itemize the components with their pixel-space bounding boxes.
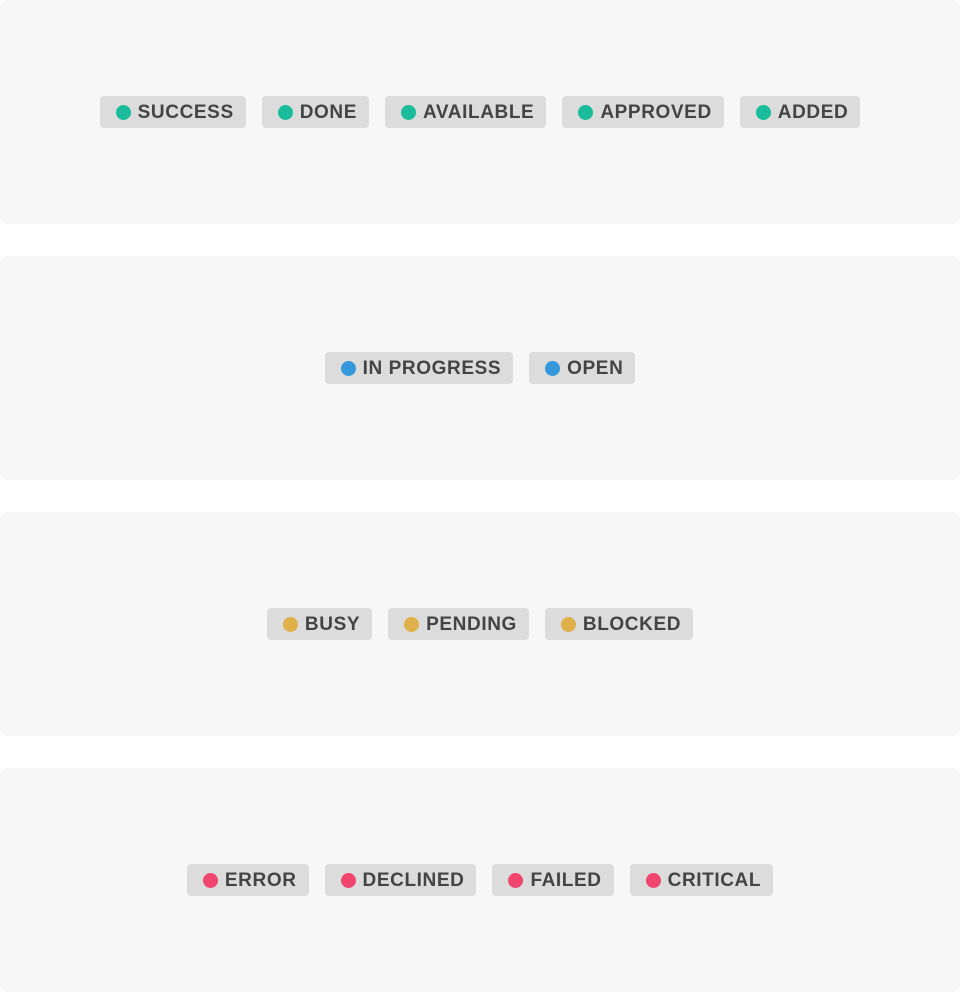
warning-badges-panel: BUSY PENDING BLOCKED [0,512,960,736]
red-dot-icon [645,872,661,888]
status-badge-approved: APPROVED [562,96,724,128]
green-dot-icon [277,104,293,120]
status-badge-available: AVAILABLE [385,96,547,128]
blue-dot-icon [340,360,356,376]
yellow-dot-icon [560,616,576,632]
yellow-dot-icon [404,616,420,632]
badge-label: PENDING [426,613,517,635]
status-badge-success: SUCCESS [99,96,246,128]
status-badge-critical: CRITICAL [629,864,774,896]
badge-label: AVAILABLE [423,101,535,123]
green-dot-icon [401,104,417,120]
status-badge-failed: FAILED [492,864,614,896]
green-dot-icon [578,104,594,120]
badge-label: ERROR [224,869,297,891]
status-badge-pending: PENDING [388,608,529,640]
badge-row: IN PROGRESS OPEN [324,352,636,384]
badge-row: BUSY PENDING BLOCKED [266,608,694,640]
status-badge-in-progress: IN PROGRESS [324,352,514,384]
badge-label: FAILED [530,869,602,891]
status-badge-added: ADDED [739,96,861,128]
badge-label: APPROVED [600,101,712,123]
status-badge-done: DONE [261,96,370,128]
badge-label: BLOCKED [582,613,682,635]
red-dot-icon [340,872,356,888]
badge-label: DONE [299,101,358,123]
success-badges-panel: SUCCESS DONE AVAILABLE APPROVED ADDED [0,0,960,224]
status-badge-declined: DECLINED [324,864,477,896]
status-badge-error: ERROR [186,864,309,896]
badge-row: SUCCESS DONE AVAILABLE APPROVED ADDED [99,96,861,128]
red-dot-icon [202,872,218,888]
danger-badges-panel: ERROR DECLINED FAILED CRITICAL [0,768,960,992]
badge-label: BUSY [304,613,361,635]
info-badges-panel: IN PROGRESS OPEN [0,256,960,480]
badge-label: IN PROGRESS [362,357,502,379]
badge-label: ADDED [777,101,849,123]
status-badge-open: OPEN [529,352,636,384]
status-badge-busy: BUSY [266,608,373,640]
badge-row: ERROR DECLINED FAILED CRITICAL [186,864,774,896]
badge-label: DECLINED [362,869,465,891]
yellow-dot-icon [282,616,298,632]
green-dot-icon [755,104,771,120]
status-badge-blocked: BLOCKED [544,608,694,640]
red-dot-icon [508,872,524,888]
badge-label: SUCCESS [137,101,234,123]
blue-dot-icon [545,360,561,376]
green-dot-icon [115,104,131,120]
badge-label: CRITICAL [667,869,762,891]
badge-label: OPEN [567,357,624,379]
